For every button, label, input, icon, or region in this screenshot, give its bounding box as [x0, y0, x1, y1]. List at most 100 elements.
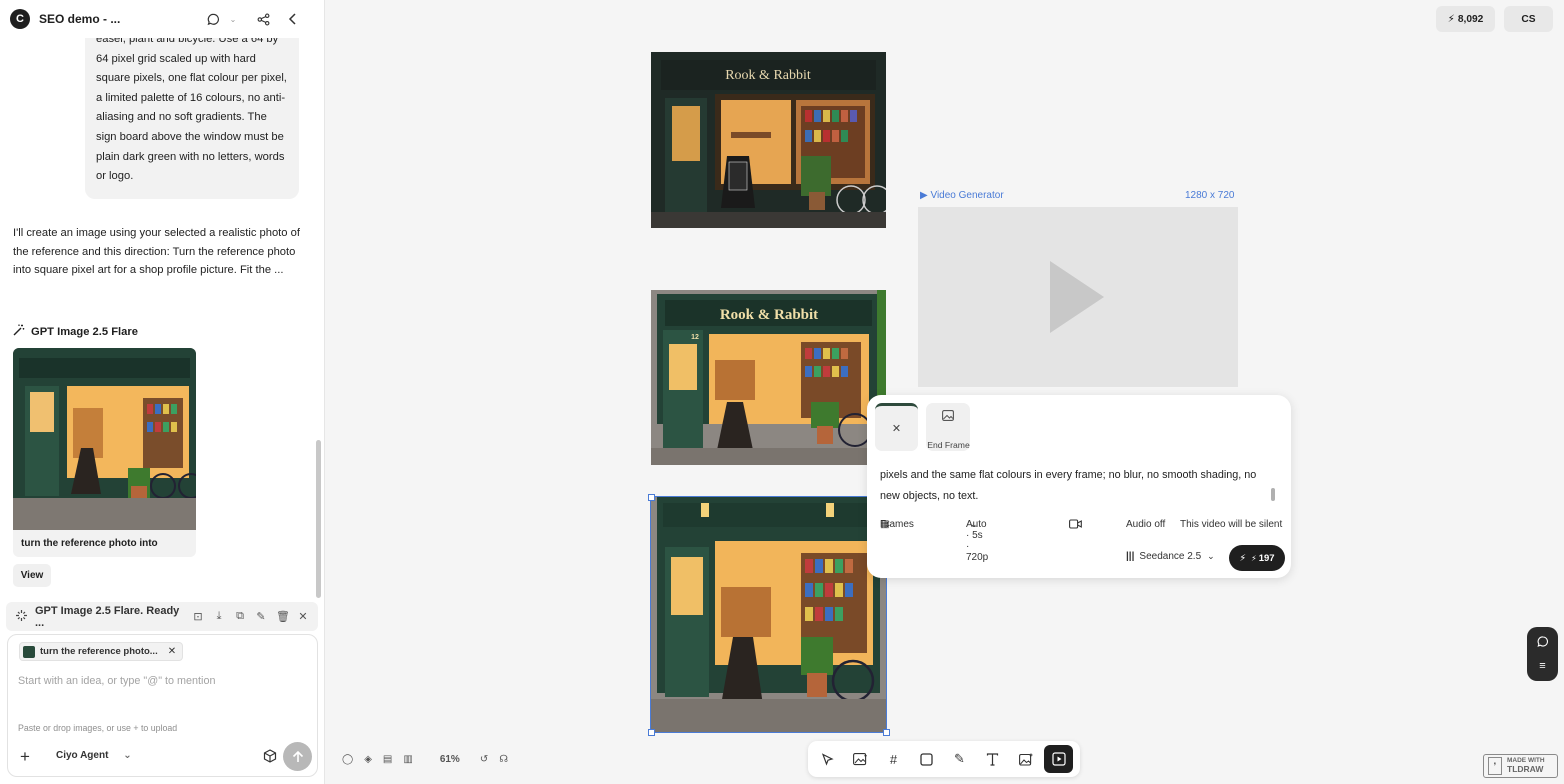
pencil-tool-icon[interactable]: ✎	[945, 745, 974, 773]
start-frame-slot[interactable]: ✕	[875, 403, 918, 451]
chat-composer[interactable]: turn the reference photo... ✕ Start with…	[7, 634, 318, 777]
trash-icon[interactable]: 🗑	[276, 610, 290, 623]
chat-bubble-icon[interactable]	[1536, 636, 1549, 651]
send-button[interactable]	[283, 742, 312, 771]
chip-thumbnail	[23, 645, 35, 658]
camera-icon[interactable]	[1069, 519, 1082, 532]
chevron-down-icon[interactable]: ⌄	[224, 10, 242, 28]
chat-scroll-area[interactable]: easel, plant and bicycle. Use a 64 by 64…	[0, 38, 312, 598]
upload-hint: Paste or drop images, or use + to upload	[18, 723, 178, 733]
chevron-down-icon: ⌄	[1207, 551, 1215, 561]
credits-badge[interactable]: ⚡ 8,092	[1436, 6, 1495, 32]
shop-sign-text: Rook & Rabbit	[725, 68, 811, 83]
agent-select[interactable]: Ciyo Agent ⌄	[56, 750, 132, 761]
share-icon[interactable]	[254, 10, 272, 28]
sidebar-scrollbar[interactable]	[316, 440, 321, 598]
cube-icon[interactable]	[263, 749, 277, 766]
generate-video-button[interactable]: ⚡ ⚡ 197	[1229, 545, 1285, 571]
sparkle-icon	[15, 609, 28, 625]
made-with-line2: TLDRAW	[1507, 764, 1544, 774]
layers-icon[interactable]: ◈	[364, 754, 372, 765]
chevron-down-icon: ⌄	[970, 519, 978, 529]
download-icon[interactable]: ⤓	[213, 610, 225, 623]
comment-icon[interactable]	[204, 10, 222, 28]
tldraw-logo-icon: ❜	[1488, 757, 1502, 775]
app-logo-icon[interactable]: C	[10, 9, 30, 29]
chip-label: turn the reference photo...	[40, 646, 158, 657]
model-label: GPT Image 2.5 Flare	[13, 324, 138, 339]
chat-sidebar: C SEO demo - ... ⌄ easel, plant and bicy…	[0, 0, 325, 784]
image-upload-tool-icon[interactable]	[1011, 745, 1040, 773]
sidebar-header: C SEO demo - ... ⌄	[0, 0, 312, 38]
prompt-scrollbar[interactable]	[1271, 488, 1275, 501]
lightning-icon: ⚡	[1447, 13, 1455, 25]
frame-tool-icon[interactable]: #	[879, 745, 908, 773]
made-with-text: MADE WITH TLDRAW	[1507, 757, 1545, 775]
add-attachment-button[interactable]: +	[20, 747, 30, 767]
image-icon	[942, 410, 954, 424]
result-card[interactable]: turn the reference photo into	[13, 348, 196, 557]
credits-value: 8,092	[1457, 13, 1484, 25]
select-tool-icon[interactable]	[813, 745, 842, 773]
focus-icon[interactable]: ⊡	[192, 610, 204, 623]
avatar[interactable]: CS	[1504, 6, 1553, 32]
prompt-input[interactable]: Start with an idea, or type "@" to menti…	[18, 675, 215, 687]
model-name: GPT Image 2.5 Flare	[31, 325, 138, 338]
door-number: 12	[691, 334, 699, 341]
waveform-icon: |||	[1126, 551, 1135, 562]
video-generator-panel: ✕ End Frame pixels and the same flat col…	[867, 395, 1291, 578]
chevron-down-icon: ⌄	[123, 750, 132, 761]
headset-icon[interactable]: ☊	[499, 754, 508, 765]
magic-wand-icon	[13, 324, 25, 339]
lightning-small-icon: ⚡	[1251, 553, 1257, 563]
list-icon[interactable]: ≡	[1539, 660, 1545, 672]
drawing-toolbar: # ✎	[808, 741, 1080, 777]
video-options: ▦ Frames ⌄ Auto · 5s · 720p ⌄ Audio off Thi…	[880, 519, 1285, 563]
reference-chip[interactable]: turn the reference photo... ✕	[19, 642, 184, 661]
audio-toggle[interactable]: Audio off	[1126, 519, 1165, 530]
video-model-dropdown[interactable]: ||| Seedance 2.5 ⌄	[1126, 551, 1215, 562]
text-tool-icon[interactable]	[978, 745, 1007, 773]
remove-frame-icon[interactable]: ✕	[892, 422, 901, 435]
side-floating-menu: ≡	[1527, 627, 1558, 681]
video-generator-label: ▶ Video Generator	[920, 190, 1004, 201]
result-caption: turn the reference photo into	[21, 538, 158, 549]
status-text: GPT Image 2.5 Flare. Ready ...	[35, 604, 180, 629]
view-button[interactable]: View	[13, 564, 51, 587]
remove-chip-icon[interactable]: ✕	[168, 646, 176, 657]
generation-cost: 197	[1258, 552, 1275, 564]
canvas-controls: ◯ ◈ ▤ ▥ 61% ↺ ☊	[342, 754, 519, 765]
collapse-sidebar-icon[interactable]	[284, 10, 302, 28]
lightning-icon: ⚡	[1239, 552, 1247, 564]
book-icon[interactable]: ▥	[403, 754, 412, 765]
silent-note: This video will be silent	[1180, 519, 1283, 530]
selection-handle[interactable]	[883, 729, 890, 736]
video-prompt-input[interactable]: pixels and the same flat colours in ever…	[880, 465, 1272, 507]
history-icon[interactable]: ↺	[480, 754, 488, 765]
result-thumbnail[interactable]	[13, 348, 196, 530]
canvas-image-pixel-1[interactable]: Rook & Rabbit 12	[651, 290, 886, 465]
magic-edit-icon[interactable]: ✎	[255, 610, 267, 623]
video-preview[interactable]	[918, 207, 1238, 387]
video-size-label: 1280 x 720	[1185, 190, 1235, 201]
circle-icon[interactable]: ◯	[342, 754, 353, 765]
project-title[interactable]: SEO demo - ...	[39, 12, 192, 26]
canvas-image-photo[interactable]: Rook & Rabbit	[651, 52, 886, 228]
made-with-tldraw-badge[interactable]: ❜ MADE WITH TLDRAW	[1483, 754, 1558, 778]
video-model-label: Seedance 2.5	[1139, 551, 1202, 562]
page-icon[interactable]: ▤	[383, 754, 392, 765]
close-icon[interactable]: ✕	[297, 610, 309, 623]
rectangle-tool-icon[interactable]	[912, 745, 941, 773]
image-gen-tool-icon[interactable]	[846, 745, 875, 773]
selection-handle[interactable]	[648, 494, 655, 501]
assistant-message: I'll create an image using your selected…	[13, 227, 300, 277]
end-frame-label: End Frame	[927, 440, 970, 450]
copy-icon[interactable]: ⧉	[234, 610, 246, 623]
chevron-down-icon: ⌄	[884, 519, 892, 529]
video-tool-icon[interactable]	[1044, 745, 1073, 773]
user-message-bubble: easel, plant and bicycle. Use a 64 by 64…	[85, 38, 299, 199]
zoom-level[interactable]: 61%	[440, 754, 460, 765]
canvas-image-pixel-2-selected[interactable]	[650, 496, 887, 733]
play-icon[interactable]	[1050, 261, 1104, 333]
selection-handle[interactable]	[648, 729, 655, 736]
